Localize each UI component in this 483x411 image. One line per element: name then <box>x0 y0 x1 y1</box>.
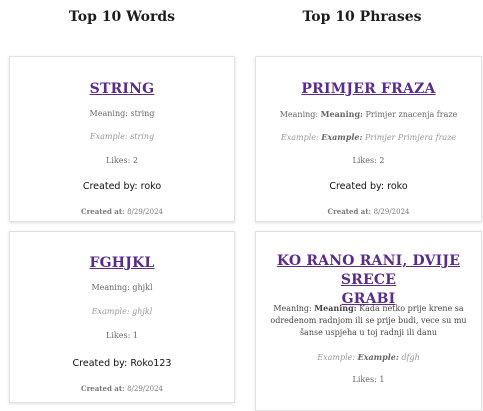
word-title-link[interactable]: STRING <box>10 80 234 99</box>
phrase-example: Example: Example: dfgh <box>317 352 420 362</box>
top-words-heading: Top 10 Words <box>68 9 176 25</box>
word-meaning: Meaning: string <box>89 109 155 118</box>
word-created-at: Created at: 8/29/2024 <box>81 384 163 393</box>
word-meaning: Meaning: ghjkl <box>91 283 153 292</box>
phrase-meaning: Meaning: Meaning: Kada netko prije krene… <box>270 303 467 337</box>
top-phrases-heading: Top 10 Phrases <box>302 9 422 25</box>
word-created-at: Created at: 8/29/2024 <box>81 207 163 216</box>
phrase-title-link[interactable]: KO RANO RANI, DVIJE SRECE GRABI <box>256 252 481 309</box>
word-example: Example: ghjkl <box>91 307 153 316</box>
phrase-card: PRIMJER FRAZA Meaning: Meaning: Primjer … <box>255 56 482 222</box>
phrase-example: Example: Example: Primjer Primjera fraze <box>280 132 457 142</box>
phrase-card: KO RANO RANI, DVIJE SRECE GRABI Meaning: … <box>255 231 482 411</box>
phrase-created-at: Created at: 8/29/2024 <box>327 207 410 216</box>
phrase-title-link[interactable]: PRIMJER FRAZA <box>256 80 481 99</box>
word-example: Example: string <box>89 132 155 141</box>
word-card: FGHJKL Meaning: ghjkl Example: ghjkl Lik… <box>9 231 235 403</box>
word-likes: Likes: 2 <box>106 156 138 165</box>
word-title-link[interactable]: FGHJKL <box>10 254 234 273</box>
phrase-meaning: Meaning: Meaning: Primjer znacenja fraze <box>279 109 458 119</box>
word-likes: Likes: 1 <box>106 331 138 340</box>
word-created-by: Created by: Roko123 <box>72 358 172 369</box>
phrase-likes: Likes: 2 <box>352 156 385 165</box>
word-card: STRING Meaning: string Example: string L… <box>9 56 235 222</box>
phrase-likes: Likes: 1 <box>352 375 385 384</box>
phrase-created-by: Created by: roko <box>329 181 408 192</box>
word-created-by: Created by: roko <box>82 181 162 192</box>
